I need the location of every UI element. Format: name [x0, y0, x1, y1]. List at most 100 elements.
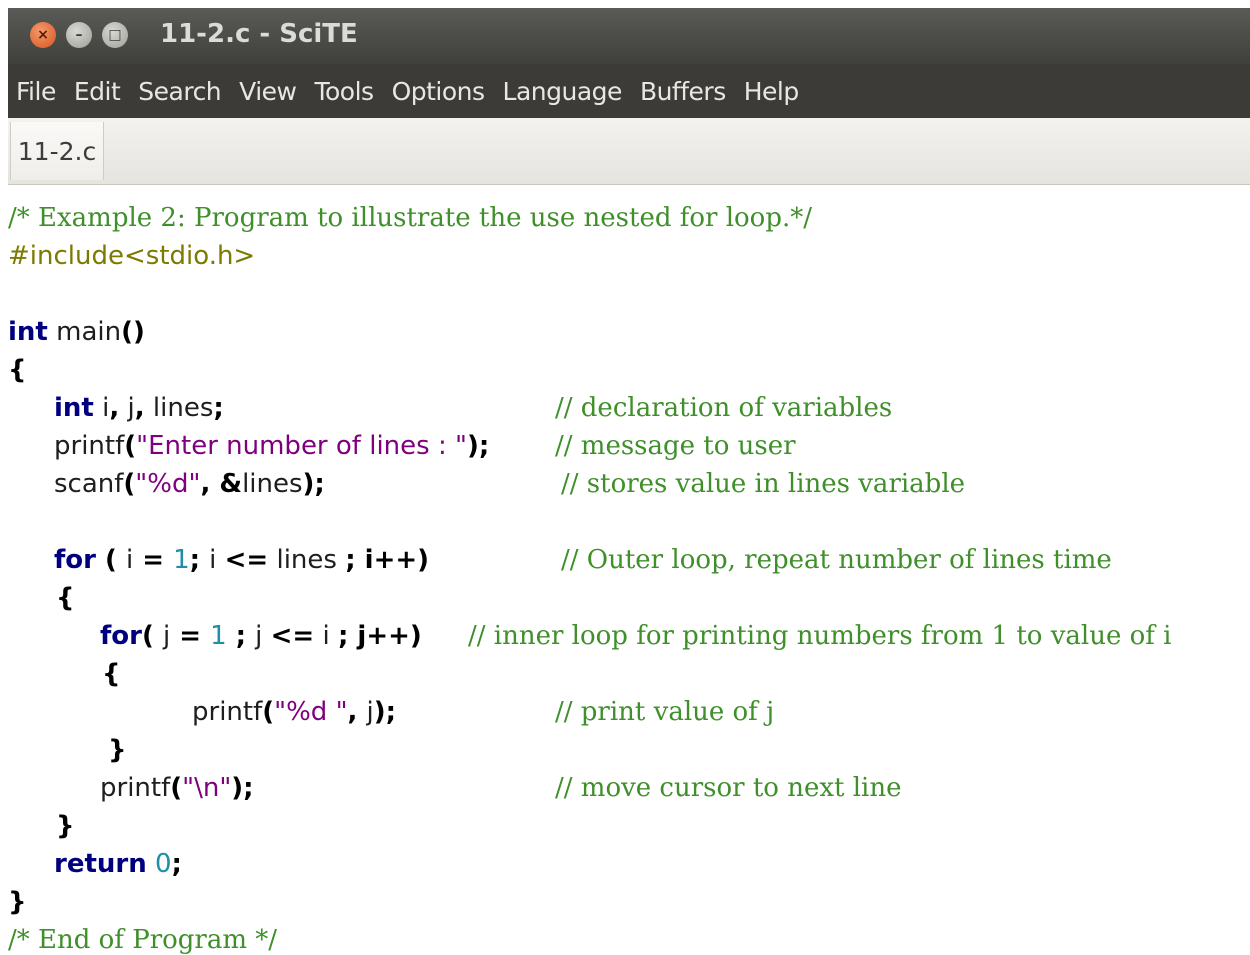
- operator: ;: [226, 621, 256, 651]
- code-line-11: {: [56, 583, 75, 613]
- operator: (): [121, 317, 145, 347]
- operator: (: [170, 773, 183, 803]
- code-editor[interactable]: /* Example 2: Program to illustrate the …: [8, 185, 1250, 955]
- operator: ;: [213, 393, 224, 423]
- minimize-icon: –: [75, 27, 83, 43]
- code-line-2-include: #include<stdio.h>: [8, 241, 256, 271]
- operator: <=: [224, 545, 269, 575]
- operator: );: [302, 469, 325, 499]
- identifier: j: [119, 393, 135, 423]
- number-literal: 1: [210, 621, 227, 651]
- identifier: j: [366, 697, 374, 727]
- number-literal: 0: [155, 849, 172, 879]
- keyword: return: [54, 849, 147, 879]
- code-line-14-comment: // print value of j: [555, 697, 775, 727]
- close-icon: ×: [37, 27, 49, 43]
- operator: ;: [337, 621, 358, 651]
- identifier: i: [314, 621, 338, 651]
- code-line-10: for ( i = 1; i <= lines ; i++): [54, 541, 429, 579]
- code-line-19: }: [8, 887, 27, 917]
- operator: (: [96, 545, 126, 575]
- code-line-5: {: [8, 355, 27, 385]
- function-name: printf: [100, 773, 171, 803]
- maximize-icon: □: [108, 27, 122, 43]
- operator: <=: [270, 621, 315, 651]
- code-line-4: int main(): [8, 313, 145, 351]
- keyword: int: [8, 317, 48, 347]
- operator: ,: [134, 393, 145, 423]
- operator: (: [262, 697, 275, 727]
- code-line-13: {: [102, 659, 121, 689]
- scite-window: × – □ 11-2.c - SciTE File Edit Search Vi…: [8, 8, 1250, 955]
- close-window-button[interactable]: ×: [30, 22, 56, 48]
- operator: ): [409, 621, 422, 651]
- operator: i++: [364, 545, 418, 575]
- operator: ,: [200, 469, 220, 499]
- operator: &: [219, 469, 243, 499]
- menu-buffers[interactable]: Buffers: [631, 64, 735, 118]
- string-literal: "%d": [135, 469, 201, 499]
- title-bar: × – □ 11-2.c - SciTE: [8, 8, 1250, 64]
- code-line-16-comment: // move cursor to next line: [555, 773, 902, 803]
- code-line-10-comment: // Outer loop, repeat number of lines ti…: [561, 545, 1112, 575]
- operator: ;: [171, 849, 182, 879]
- operator: =: [170, 621, 211, 651]
- operator: ,: [109, 393, 120, 423]
- menu-language[interactable]: Language: [494, 64, 631, 118]
- code-line-8-comment: // stores value in lines variable: [561, 469, 966, 499]
- string-literal: "Enter number of lines : ": [136, 431, 467, 461]
- identifier: main: [47, 317, 122, 347]
- string-literal: "\n": [182, 773, 232, 803]
- function-name: printf: [192, 697, 263, 727]
- code-line-7: printf("Enter number of lines : ");: [54, 427, 489, 465]
- identifier: i: [209, 545, 225, 575]
- function-name: scanf: [54, 469, 124, 499]
- keyword: for: [100, 621, 142, 651]
- code-line-7-comment: // message to user: [555, 431, 796, 461]
- operator: j++: [357, 621, 410, 651]
- menu-bar: File Edit Search View Tools Options Lang…: [8, 64, 1250, 118]
- identifier: j: [255, 621, 271, 651]
- code-line-6-comment: // declaration of variables: [555, 393, 893, 423]
- code-line-14: printf("%d ", j);: [192, 693, 396, 731]
- identifier: lines: [268, 545, 346, 575]
- code-line-12-comment: // inner loop for printing numbers from …: [468, 621, 1172, 651]
- code-line-16: printf("\n");: [100, 769, 254, 807]
- menu-file[interactable]: File: [8, 64, 65, 118]
- minimize-window-button[interactable]: –: [66, 22, 92, 48]
- code-line-18: return 0;: [54, 845, 182, 883]
- menu-tools[interactable]: Tools: [305, 64, 382, 118]
- menu-view[interactable]: View: [230, 64, 305, 118]
- menu-options[interactable]: Options: [383, 64, 494, 118]
- identifier: lines: [144, 393, 214, 423]
- operator: );: [466, 431, 490, 461]
- code-line-6: int i, j, lines;: [54, 389, 224, 427]
- menu-help[interactable]: Help: [735, 64, 808, 118]
- number-literal: 1: [173, 545, 190, 575]
- operator: ): [417, 545, 430, 575]
- code-line-20-comment: /* End of Program */: [8, 925, 278, 955]
- code-line-8: scanf("%d", &lines);: [54, 465, 325, 503]
- code-line-15: }: [108, 735, 127, 765]
- operator: ,: [347, 697, 367, 727]
- operator: );: [231, 773, 254, 803]
- code-line-17: }: [56, 811, 75, 841]
- code-line-1-comment: /* Example 2: Program to illustrate the …: [8, 203, 813, 233]
- tab-11-2-c[interactable]: 11-2.c: [10, 122, 104, 180]
- operator: (: [123, 469, 136, 499]
- menu-search[interactable]: Search: [129, 64, 230, 118]
- menu-edit[interactable]: Edit: [65, 64, 129, 118]
- operator: (: [142, 621, 163, 651]
- string-literal: "%d ": [274, 697, 348, 727]
- operator: (: [124, 431, 137, 461]
- keyword: int: [54, 393, 94, 423]
- operator: );: [373, 697, 396, 727]
- function-name: printf: [54, 431, 125, 461]
- maximize-window-button[interactable]: □: [102, 22, 128, 48]
- operator: =: [133, 545, 174, 575]
- keyword: for: [54, 545, 96, 575]
- identifier: i: [93, 393, 110, 423]
- operator: ;: [345, 545, 365, 575]
- code-line-12: for( j = 1 ; j <= i ; j++): [100, 617, 422, 655]
